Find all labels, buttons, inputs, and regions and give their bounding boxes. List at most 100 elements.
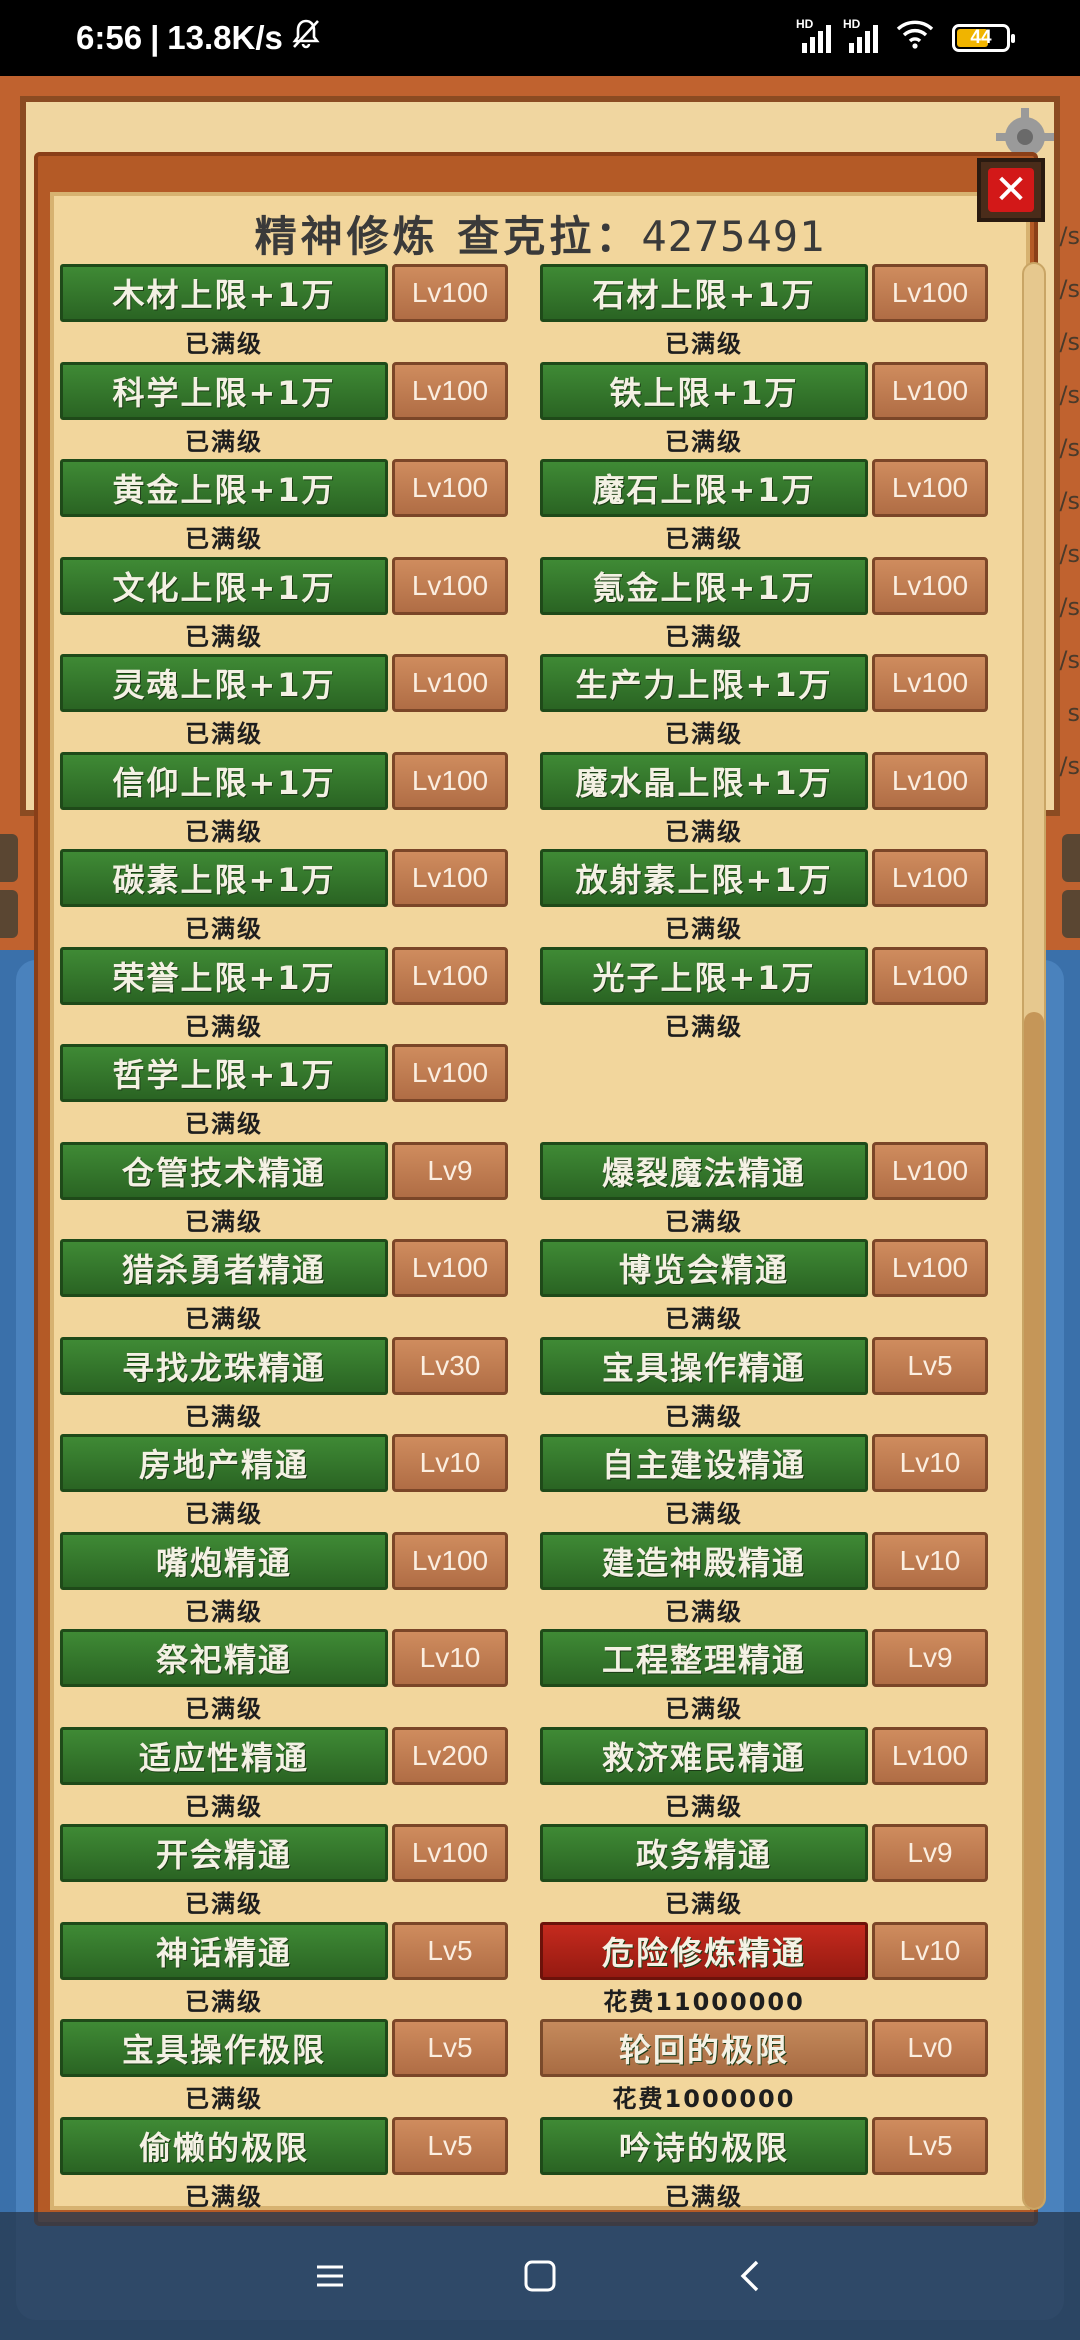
skill-level-badge[interactable]: Lv100 <box>872 1141 988 1200</box>
menu-icon[interactable] <box>310 2256 350 2296</box>
skill-item: 文化上限+1万 Lv100 已满级 <box>60 556 510 651</box>
skill-upgrade-button[interactable]: 博览会精通 <box>540 1239 868 1297</box>
skill-level-badge[interactable]: Lv100 <box>872 751 988 810</box>
skill-level-badge[interactable]: Lv10 <box>392 1629 508 1687</box>
skill-level-badge[interactable]: Lv100 <box>872 361 988 420</box>
skill-upgrade-button[interactable]: 开会精通 <box>60 1824 388 1882</box>
network-speed: 13.8K/s <box>167 19 283 56</box>
skill-level-badge[interactable]: Lv100 <box>872 654 988 712</box>
skill-upgrade-button[interactable]: 祭祀精通 <box>60 1629 388 1687</box>
skill-upgrade-button[interactable]: 魔石上限+1万 <box>540 459 868 517</box>
signal-icon: HD <box>796 17 831 53</box>
skill-upgrade-button[interactable]: 文化上限+1万 <box>60 556 388 615</box>
skill-level-badge[interactable]: Lv10 <box>872 1531 988 1590</box>
skill-item: 适应性精通 Lv200 已满级 <box>60 1726 510 1821</box>
skill-item: 碳素上限+1万 Lv100 已满级 <box>60 849 510 943</box>
close-button[interactable]: ✕ <box>977 158 1045 222</box>
skill-item: 石材上限+1万 Lv100 已满级 <box>540 264 990 358</box>
skill-status-text: 已满级 <box>185 330 263 358</box>
skill-upgrade-button[interactable]: 哲学上限+1万 <box>60 1044 388 1102</box>
skill-level-badge[interactable]: Lv100 <box>872 264 988 322</box>
skill-upgrade-button[interactable]: 生产力上限+1万 <box>540 654 868 712</box>
skill-upgrade-button[interactable]: 工程整理精通 <box>540 1629 868 1687</box>
skill-upgrade-button[interactable]: 放射素上限+1万 <box>540 849 868 907</box>
home-icon[interactable] <box>520 2256 560 2296</box>
skill-upgrade-button[interactable]: 科学上限+1万 <box>60 361 388 420</box>
skill-level-badge[interactable]: Lv100 <box>872 849 988 907</box>
skill-level-badge[interactable]: Lv5 <box>392 1921 508 1980</box>
skill-upgrade-button[interactable]: 轮回的极限 <box>540 2019 868 2077</box>
skill-level-badge[interactable]: Lv9 <box>872 1629 988 1687</box>
side-tab[interactable] <box>0 834 18 882</box>
skill-level-badge[interactable]: Lv100 <box>392 1824 508 1882</box>
skill-level-badge[interactable]: Lv100 <box>392 654 508 712</box>
skill-upgrade-button[interactable]: 铁上限+1万 <box>540 361 868 420</box>
side-tab[interactable] <box>1062 834 1080 882</box>
skill-level-badge[interactable]: Lv5 <box>872 1336 988 1395</box>
skill-upgrade-button[interactable]: 寻找龙珠精通 <box>60 1336 388 1395</box>
skill-upgrade-button[interactable]: 猎杀勇者精通 <box>60 1239 388 1297</box>
side-tab[interactable] <box>1062 890 1080 938</box>
skill-level-badge[interactable]: Lv30 <box>392 1336 508 1395</box>
skill-upgrade-button[interactable]: 偷懒的极限 <box>60 2116 388 2175</box>
skill-upgrade-button[interactable]: 爆裂魔法精通 <box>540 1141 868 1200</box>
skill-upgrade-button[interactable]: 宝具操作极限 <box>60 2019 388 2077</box>
skill-level-badge[interactable]: Lv10 <box>872 1434 988 1492</box>
skill-upgrade-button[interactable]: 吟诗的极限 <box>540 2116 868 2175</box>
skill-upgrade-button[interactable]: 氪金上限+1万 <box>540 556 868 615</box>
skill-upgrade-button[interactable]: 光子上限+1万 <box>540 946 868 1005</box>
skill-level-badge[interactable]: Lv5 <box>872 2116 988 2175</box>
skill-item: 寻找龙珠精通 Lv30 已满级 <box>60 1336 510 1431</box>
skill-upgrade-button[interactable]: 房地产精通 <box>60 1434 388 1492</box>
skill-status-text: 已满级 <box>665 720 743 748</box>
skill-upgrade-button[interactable]: 灵魂上限+1万 <box>60 654 388 712</box>
skill-level-badge[interactable]: Lv100 <box>392 361 508 420</box>
skill-upgrade-button[interactable]: 仓管技术精通 <box>60 1141 388 1200</box>
skill-upgrade-button[interactable]: 自主建设精通 <box>540 1434 868 1492</box>
skill-level-badge[interactable]: Lv100 <box>392 1531 508 1590</box>
skill-level-badge[interactable]: Lv10 <box>392 1434 508 1492</box>
skill-upgrade-button[interactable]: 石材上限+1万 <box>540 264 868 322</box>
skill-level-badge[interactable]: Lv100 <box>392 849 508 907</box>
skill-level-badge[interactable]: Lv9 <box>872 1824 988 1882</box>
skill-upgrade-button[interactable]: 政务精通 <box>540 1824 868 1882</box>
skill-level-badge[interactable]: Lv100 <box>872 946 988 1005</box>
skill-status-text: 已满级 <box>665 525 743 553</box>
skill-level-badge[interactable]: Lv100 <box>872 1726 988 1785</box>
skill-upgrade-button[interactable]: 建造神殿精通 <box>540 1531 868 1590</box>
skill-level-badge[interactable]: Lv100 <box>392 556 508 615</box>
skill-upgrade-button[interactable]: 黄金上限+1万 <box>60 459 388 517</box>
skill-level-badge[interactable]: Lv100 <box>392 1044 508 1102</box>
skill-item: 危险修炼精通 Lv10 花费11000000 <box>540 1921 990 2016</box>
skill-level-badge[interactable]: Lv9 <box>392 1141 508 1200</box>
skill-upgrade-button[interactable]: 魔水晶上限+1万 <box>540 751 868 810</box>
skill-level-badge[interactable]: Lv100 <box>392 946 508 1005</box>
skill-upgrade-button[interactable]: 嘴炮精通 <box>60 1531 388 1590</box>
skill-level-badge[interactable]: Lv100 <box>392 459 508 517</box>
skill-upgrade-button[interactable]: 神话精通 <box>60 1921 388 1980</box>
skill-level-badge[interactable]: Lv100 <box>872 1239 988 1297</box>
skill-level-badge[interactable]: Lv5 <box>392 2019 508 2077</box>
skill-upgrade-button[interactable]: 宝具操作精通 <box>540 1336 868 1395</box>
back-icon[interactable] <box>730 2256 770 2296</box>
skill-upgrade-button[interactable]: 信仰上限+1万 <box>60 751 388 810</box>
skill-upgrade-button[interactable]: 救济难民精通 <box>540 1726 868 1785</box>
skill-level-badge[interactable]: Lv100 <box>392 751 508 810</box>
skill-upgrade-button[interactable]: 危险修炼精通 <box>540 1921 868 1980</box>
skill-upgrade-button[interactable]: 木材上限+1万 <box>60 264 388 322</box>
skill-level-badge[interactable]: Lv100 <box>392 264 508 322</box>
skill-level-badge[interactable]: Lv100 <box>392 1239 508 1297</box>
skill-upgrade-button[interactable]: 适应性精通 <box>60 1726 388 1785</box>
skill-level-badge[interactable]: Lv100 <box>872 459 988 517</box>
skill-level-badge[interactable]: Lv10 <box>872 1921 988 1980</box>
skill-level-badge[interactable]: Lv200 <box>392 1726 508 1785</box>
skill-level-badge[interactable]: Lv100 <box>872 556 988 615</box>
skill-item: 祭祀精通 Lv10 已满级 <box>60 1629 510 1723</box>
scrollbar-thumb[interactable] <box>1024 1012 1044 2208</box>
skill-level-badge[interactable]: Lv0 <box>872 2019 988 2077</box>
skill-level-badge[interactable]: Lv5 <box>392 2116 508 2175</box>
skill-status-text: 已满级 <box>665 1402 743 1431</box>
skill-upgrade-button[interactable]: 荣誉上限+1万 <box>60 946 388 1005</box>
skill-upgrade-button[interactable]: 碳素上限+1万 <box>60 849 388 907</box>
side-tab[interactable] <box>0 890 18 938</box>
